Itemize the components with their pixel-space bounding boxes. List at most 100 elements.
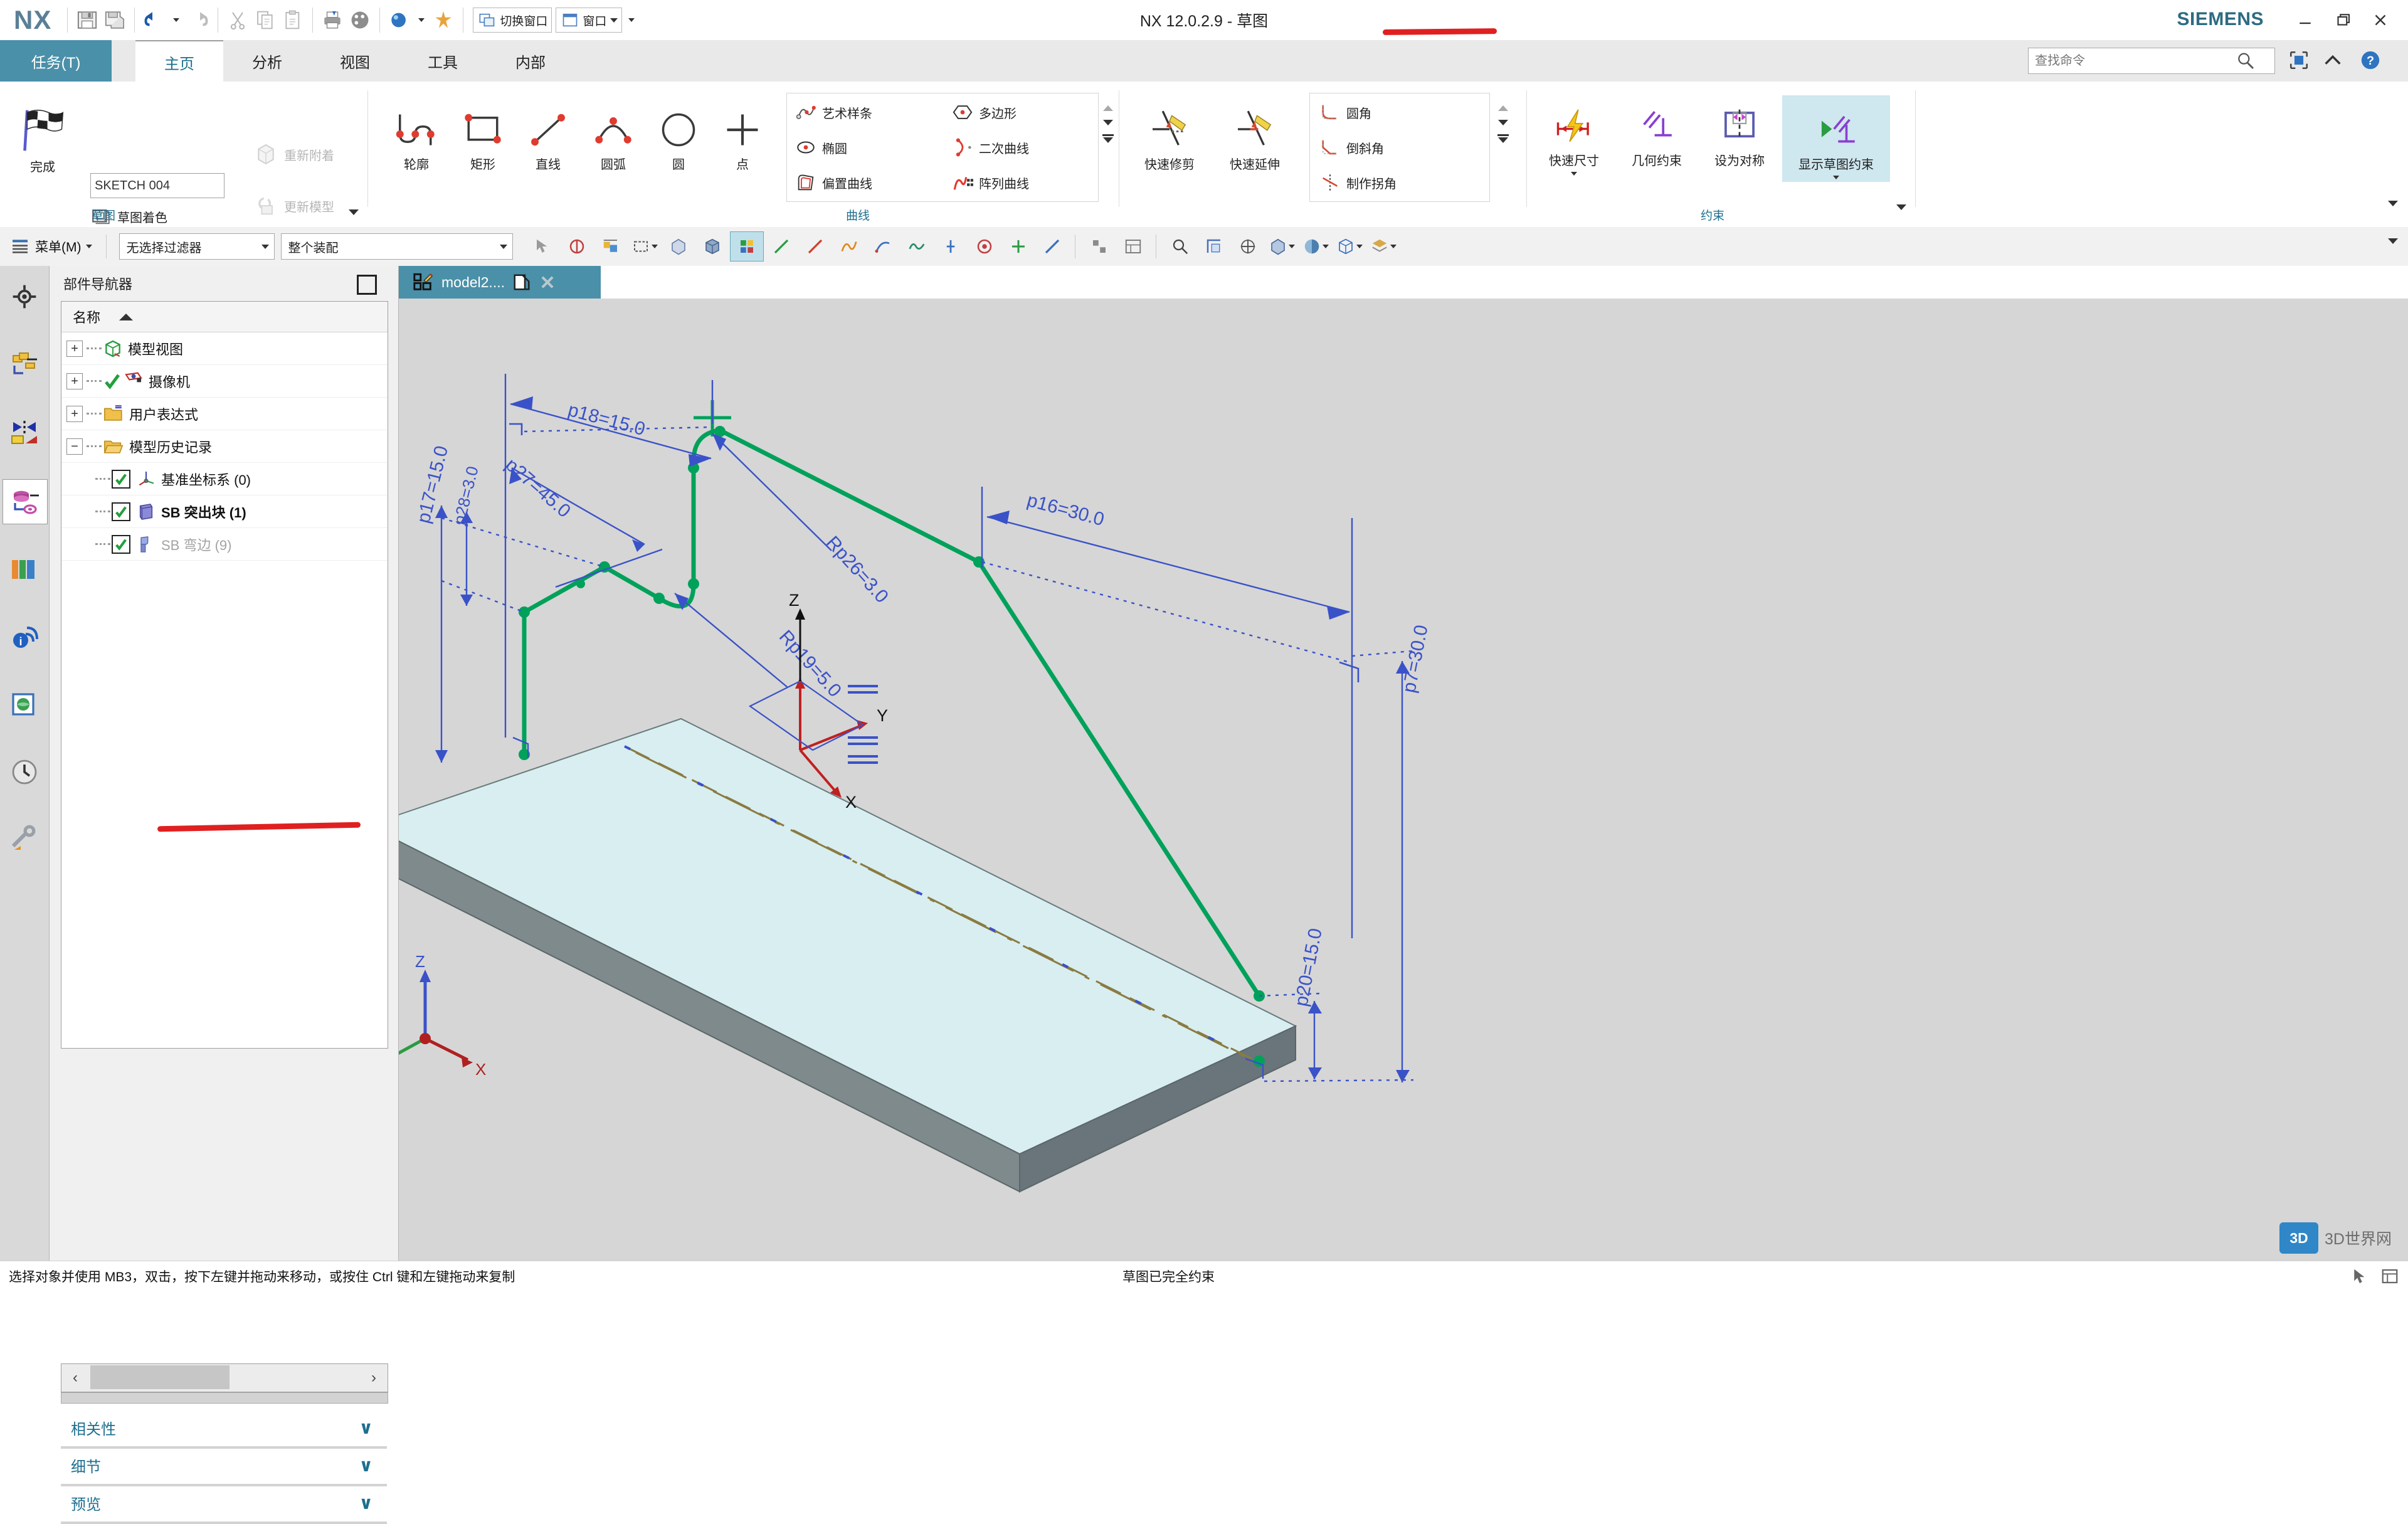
cad-scene[interactable]: p18=15.0 p27=45.0 p17=15.0 p28=3.0 p16=3…: [399, 299, 2408, 1261]
tab-tools[interactable]: 工具: [399, 40, 487, 82]
render-dropdown-icon[interactable]: [413, 6, 430, 34]
menu-button[interactable]: 菜单(M): [0, 236, 100, 257]
scroll-thumb[interactable]: [90, 1365, 230, 1389]
scroll-right-icon[interactable]: ›: [360, 1365, 388, 1390]
sort-ascending-icon[interactable]: [119, 313, 134, 320]
component-icon[interactable]: [1083, 232, 1116, 261]
ribbon-overflow-icon[interactable]: [2388, 201, 2398, 206]
sketch-name-field[interactable]: SKETCH 004: [90, 173, 224, 198]
datum-plane-icon[interactable]: [968, 232, 1001, 261]
minimize-button[interactable]: [2286, 2, 2324, 38]
offset-curve-button[interactable]: 偏置曲线: [795, 172, 872, 193]
chevron-down-icon[interactable]: [1833, 176, 1839, 179]
select-face-icon[interactable]: [662, 232, 695, 261]
shaded-icon[interactable]: [1299, 232, 1332, 261]
graphics-window[interactable]: p18=15.0 p27=45.0 p17=15.0 p28=3.0 p16=3…: [399, 299, 2408, 1261]
tree-row-flange-feature[interactable]: SB 弯边 (9): [61, 528, 388, 561]
tree-row-model-history[interactable]: − 模型历史记录: [61, 430, 388, 463]
rail-part-navigator[interactable]: [3, 479, 48, 524]
solid-body-icon[interactable]: [696, 232, 729, 261]
rail-process-studio[interactable]: [3, 818, 46, 862]
tab-analysis[interactable]: 分析: [223, 40, 311, 82]
fullscreen-icon[interactable]: [2284, 46, 2314, 74]
sketch-line-icon[interactable]: [1036, 232, 1069, 261]
search-command-box[interactable]: [2028, 48, 2275, 74]
rail-history[interactable]: [3, 750, 46, 794]
rectangle-button[interactable]: 矩形: [449, 99, 517, 172]
save-as-icon[interactable]: [101, 6, 129, 34]
arc-button[interactable]: 圆弧: [579, 99, 647, 172]
select-cursor-icon[interactable]: [2350, 1267, 2369, 1286]
window-menu-button[interactable]: 窗口: [556, 8, 623, 33]
undo-dropdown-icon[interactable]: [168, 6, 184, 34]
copy-icon[interactable]: [251, 6, 279, 34]
expander-icon[interactable]: −: [66, 438, 83, 455]
expander-icon[interactable]: +: [66, 373, 83, 389]
fillet-button[interactable]: 圆角: [1319, 102, 1371, 123]
tab-home[interactable]: 主页: [135, 40, 223, 83]
restore-button[interactable]: [2324, 2, 2362, 38]
layout-icon[interactable]: [2380, 1267, 2399, 1286]
edge-filter-icon[interactable]: [765, 232, 798, 261]
layer-icon[interactable]: [1367, 232, 1400, 261]
ellipse-button[interactable]: 椭圆: [795, 137, 847, 158]
conic-button[interactable]: 二次曲线: [952, 137, 1029, 158]
tree-row-model-views[interactable]: + 模型视图: [61, 332, 388, 365]
expander-icon[interactable]: +: [66, 340, 83, 357]
visibility-checkbox[interactable]: [112, 502, 130, 521]
print-icon[interactable]: [319, 6, 346, 34]
make-symmetric-button[interactable]: 设为对称: [1699, 95, 1780, 169]
point-button[interactable]: 点: [709, 99, 776, 172]
rotate-icon[interactable]: [1232, 232, 1264, 261]
geometric-constraint-button[interactable]: 几何约束: [1617, 95, 1697, 169]
tab-view[interactable]: 视图: [311, 40, 399, 82]
rapid-dimension-button[interactable]: 快速尺寸: [1534, 95, 1614, 176]
light-icon[interactable]: [430, 6, 457, 34]
paste-icon[interactable]: [279, 6, 307, 34]
select-object-icon[interactable]: [527, 232, 559, 261]
visibility-checkbox[interactable]: [112, 534, 130, 554]
make-corner-button[interactable]: 制作拐角: [1319, 172, 1397, 193]
profile-button[interactable]: 轮廓: [383, 99, 450, 172]
tree-row-camera[interactable]: + 摄像机: [61, 365, 388, 398]
select-color-icon[interactable]: [594, 232, 627, 261]
rail-constraint-navigator[interactable]: [3, 342, 46, 386]
model2-tab[interactable]: model2....: [404, 266, 565, 299]
curve-filter-icon[interactable]: [799, 232, 832, 261]
select-feature-icon[interactable]: [561, 232, 593, 261]
tree-row-tab-feature[interactable]: SB 突出块 (1): [61, 495, 388, 528]
details-pane[interactable]: 细节 ∨: [61, 1446, 387, 1486]
save-icon[interactable]: [73, 6, 101, 34]
cut-icon[interactable]: [224, 6, 251, 34]
scroll-left-icon[interactable]: ‹: [61, 1365, 89, 1390]
undo-icon[interactable]: [140, 6, 168, 34]
selection-scope-combo[interactable]: 整个装配: [281, 233, 514, 260]
dependencies-pane[interactable]: 相关性 ∨: [61, 1409, 387, 1449]
rail-sketch-navigator[interactable]: [3, 411, 46, 455]
orient-view-icon[interactable]: [1265, 232, 1298, 261]
expander-icon[interactable]: +: [66, 405, 83, 422]
switch-window-button[interactable]: 切换窗口: [473, 8, 552, 33]
tab-task[interactable]: 任务(T): [0, 40, 112, 82]
curve-group-scroll[interactable]: [1102, 105, 1114, 143]
render-icon[interactable]: [386, 6, 413, 34]
rail-web-browser[interactable]: [3, 682, 46, 726]
tree-row-user-expressions[interactable]: + 用户表达式: [61, 398, 388, 430]
sine-curve-icon[interactable]: [900, 232, 933, 261]
search-input[interactable]: [2034, 53, 2236, 69]
chamfer-button[interactable]: 倒斜角: [1319, 137, 1384, 158]
tree-resize-handle[interactable]: [61, 1392, 388, 1404]
help-icon[interactable]: ?: [2355, 46, 2385, 74]
visibility-checkbox[interactable]: [112, 469, 130, 489]
palette-icon[interactable]: [346, 6, 374, 34]
sketch-point-icon[interactable]: [1002, 232, 1035, 261]
select-rect-icon[interactable]: [628, 232, 661, 261]
pin-panel-button[interactable]: [357, 275, 377, 295]
face-filter-icon[interactable]: [730, 231, 764, 262]
selection-filter-combo[interactable]: 无选择过滤器: [119, 233, 275, 260]
assembly-icon[interactable]: [1117, 232, 1149, 261]
collapse-ribbon-icon[interactable]: [2318, 46, 2348, 74]
line-button[interactable]: 直线: [514, 99, 582, 172]
point-filter-icon[interactable]: [867, 232, 899, 261]
chevron-down-icon[interactable]: [1571, 172, 1577, 176]
